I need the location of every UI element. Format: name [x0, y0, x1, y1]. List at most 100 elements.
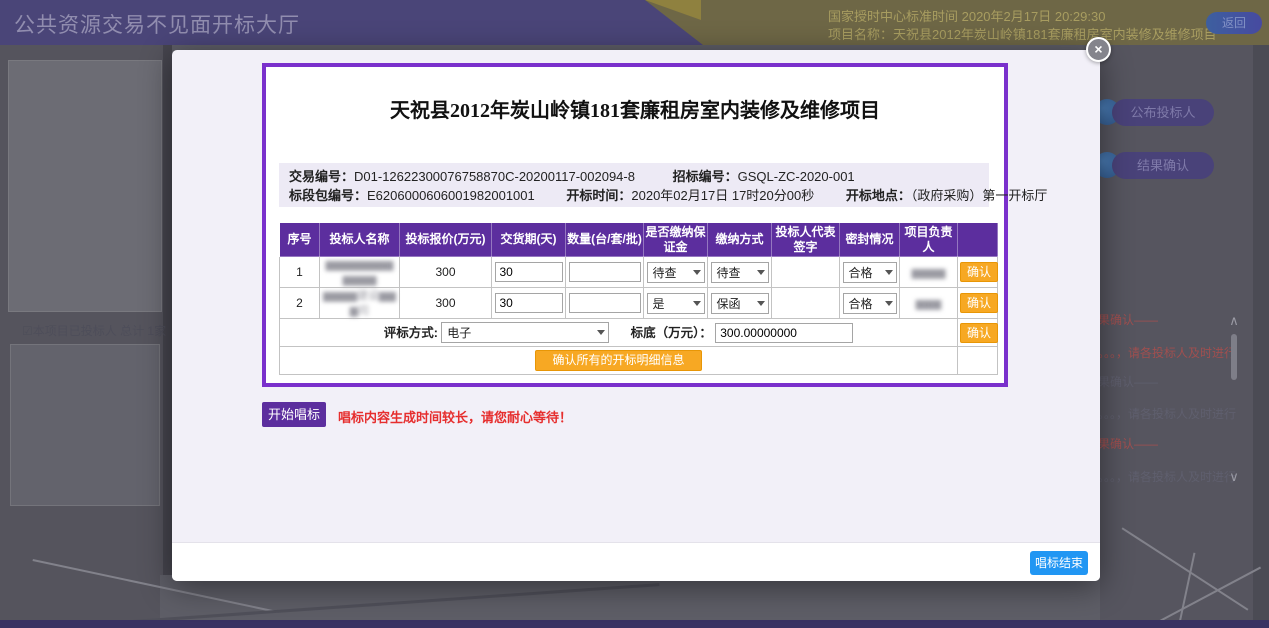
scroll-up-icon[interactable]: ∧ — [1226, 314, 1242, 328]
scrollbar-thumb[interactable] — [1231, 334, 1237, 380]
trade-no-value: D01-12622300076758870C-20200117-002094-8 — [354, 169, 635, 184]
col-delivery: 交货期(天) — [492, 223, 566, 257]
quantity-input[interactable] — [569, 293, 641, 313]
col-quantity: 数量(台/套/批) — [566, 223, 644, 257]
scroll-down-icon[interactable]: ∨ — [1226, 470, 1242, 484]
chevron-down-icon — [885, 301, 893, 306]
confirm-row-button[interactable]: 确认 — [960, 293, 998, 313]
deposit-select[interactable]: 待查 — [647, 262, 705, 283]
start-calling-button[interactable]: 开始唱标 — [262, 402, 326, 427]
video-panel — [8, 60, 162, 312]
seal-cell: 合格 — [840, 257, 900, 288]
deposit-cell: 是 — [644, 288, 708, 319]
chevron-down-icon — [757, 270, 765, 275]
chevron-down-icon — [693, 301, 701, 306]
eval-cell: 评标方式: 电子 标底（万元）： — [280, 319, 958, 347]
tender-no-value: GSQL-ZC-2020-001 — [738, 169, 855, 184]
pay-method-select[interactable]: 保函 — [711, 293, 769, 314]
confirm-row-button[interactable]: 确认 — [960, 262, 998, 282]
eval-row: 评标方式: 电子 标底（万元）： 确认 — [280, 319, 998, 347]
col-action — [958, 223, 998, 257]
bidders-list-panel — [10, 344, 160, 506]
notice-line: 果确认—— — [1098, 373, 1250, 390]
bid-detail-box: 天祝县2012年炭山岭镇181套廉租房室内装修及维修项目 交易编号：D01-12… — [262, 63, 1008, 387]
pay-method-cell: 保函 — [708, 288, 772, 319]
base-price-label: 标底（万元）： — [631, 326, 712, 340]
package-no-label: 标段包编号： — [289, 188, 367, 203]
col-pay-method: 缴纳方式 — [708, 223, 772, 257]
chevron-down-icon — [693, 270, 701, 275]
chevron-down-icon — [757, 301, 765, 306]
open-place-value: （政府采购）第一开标厅 — [911, 188, 1048, 203]
signature-cell — [772, 288, 840, 319]
background-right-edge — [1253, 45, 1269, 620]
bidders-caption: ☑本项目已投标人 总计 1家 — [22, 322, 167, 339]
close-icon[interactable]: × — [1086, 37, 1111, 62]
deposit-cell: 待查 — [644, 257, 708, 288]
action-cell: 确认 — [958, 319, 998, 347]
confirm-eval-button[interactable]: 确认 — [960, 323, 998, 343]
trade-no-label: 交易编号： — [289, 169, 354, 184]
seal-select[interactable]: 合格 — [843, 293, 897, 314]
quantity-cell — [566, 288, 644, 319]
action-cell: 确认 — [958, 257, 998, 288]
app-title: 公共资源交易不见面开标大厅 — [14, 9, 300, 39]
notice-line: 果确认—— — [1098, 435, 1250, 452]
col-seal: 密封情况 — [840, 223, 900, 257]
back-button[interactable]: 返回 — [1206, 12, 1262, 34]
publish-bidders-button[interactable]: 公布投标人 — [1112, 99, 1214, 126]
background-bottom — [160, 575, 1100, 622]
finish-calling-button[interactable]: 唱标结束 — [1030, 551, 1088, 575]
package-no-value: E6206000606001982001001 — [367, 188, 535, 203]
bid-price: 300 — [400, 288, 492, 319]
col-price: 投标报价(万元) — [400, 223, 492, 257]
bottom-bar — [0, 620, 1269, 628]
open-time-value: 2020年02月17日 17时20分00秒 — [631, 188, 814, 203]
manager-masked: ▆▆▆▆ — [900, 257, 958, 288]
bidder-name-masked: ▆▆▆▆▆▆▆▆▆▆▆▆ — [320, 257, 400, 288]
base-price-input[interactable] — [715, 323, 853, 343]
open-place-label: 开标地点： — [846, 188, 911, 203]
delivery-cell — [492, 288, 566, 319]
signature-cell — [772, 257, 840, 288]
project-name: 项目名称：天祝县2012年炭山岭镇181套廉租房室内装修及维修项目 — [828, 24, 1217, 43]
chevron-down-icon — [597, 330, 605, 335]
bidder-name-masked: ▆▆▆▆建设▆▆▆司 — [320, 288, 400, 319]
delivery-cell — [492, 257, 566, 288]
row-no: 2 — [280, 288, 320, 319]
modal-footer: 唱标结束 — [172, 542, 1100, 581]
bid-opening-modal: 天祝县2012年炭山岭镇181套廉租房室内装修及维修项目 交易编号：D01-12… — [172, 50, 1100, 581]
open-time-label: 开标时间： — [566, 188, 631, 203]
col-bidder: 投标人名称 — [320, 223, 400, 257]
row-no: 1 — [280, 257, 320, 288]
top-bar: 公共资源交易不见面开标大厅 国家授时中心标准时间 2020年2月17日 20:2… — [0, 0, 1269, 45]
modal-title: 天祝县2012年炭山岭镇181套廉租房室内装修及维修项目 — [266, 94, 1004, 123]
project-info-box: 交易编号：D01-12622300076758870C-20200117-002… — [279, 163, 989, 207]
table-header-row: 序号 投标人名称 投标报价(万元) 交货期(天) 数量(台/套/批) 是否缴纳保… — [280, 223, 998, 257]
action-cell — [958, 347, 998, 375]
seal-cell: 合格 — [840, 288, 900, 319]
deposit-select[interactable]: 是 — [647, 293, 705, 314]
eval-method-select[interactable]: 电子 — [441, 322, 609, 343]
col-manager: 项目负责人 — [900, 223, 958, 257]
screen: ☑本项目已投标人 总计 1家 公布投标人 结果确认 果确认—— 。。。，请各投标… — [0, 0, 1269, 628]
bid-table: 序号 投标人名称 投标报价(万元) 交货期(天) 数量(台/套/批) 是否缴纳保… — [279, 222, 998, 375]
background-right — [1092, 45, 1269, 628]
delivery-input[interactable] — [495, 262, 563, 282]
seal-select[interactable]: 合格 — [843, 262, 897, 283]
pay-method-select[interactable]: 待查 — [711, 262, 769, 283]
bid-price: 300 — [400, 257, 492, 288]
chevron-down-icon — [885, 270, 893, 275]
confirm-all-row: 确认所有的开标明细信息 — [280, 347, 998, 375]
tender-no-label: 招标编号： — [673, 169, 738, 184]
bidder-row-1: 1 ▆▆▆▆▆▆▆▆▆▆▆▆ 300 待查 待查 合格 ▆▆▆▆ 确认 — [280, 257, 998, 288]
result-confirm-button[interactable]: 结果确认 — [1112, 152, 1214, 179]
manager-masked: ▆▆▆ — [900, 288, 958, 319]
pay-method-cell: 待查 — [708, 257, 772, 288]
confirm-all-button[interactable]: 确认所有的开标明细信息 — [535, 350, 701, 371]
quantity-cell — [566, 257, 644, 288]
quantity-input[interactable] — [569, 262, 641, 282]
notice-line: 。。。，请各投标人及时进行 — [1098, 344, 1250, 361]
notice-line: 。。。，请各投标人及时进行 — [1098, 405, 1250, 422]
delivery-input[interactable] — [495, 293, 563, 313]
